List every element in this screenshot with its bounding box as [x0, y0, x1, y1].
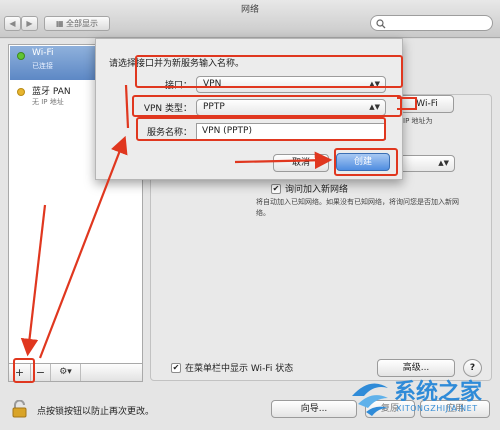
- forward-button[interactable]: ▶: [21, 16, 38, 31]
- ip-address-text: IP 地址为: [403, 117, 433, 125]
- show-wifi-status-label: 在菜单栏中显示 Wi-Fi 状态: [185, 364, 294, 374]
- assistant-button[interactable]: 向导...: [271, 400, 357, 418]
- ask-join-checkbox[interactable]: ✔: [271, 184, 281, 194]
- watermark-url: XITONGZHIJIA.NET: [396, 404, 478, 413]
- annotation-box-add: [13, 358, 35, 383]
- back-button[interactable]: ◀: [4, 16, 21, 31]
- bluetooth-status-dot: [17, 88, 25, 96]
- ask-join-label: 询问加入新网络: [285, 185, 349, 195]
- popup-arrows-icon: ▲▼: [438, 159, 449, 167]
- watermark-logo-icon: [352, 383, 388, 416]
- annotation-box-service-name: [136, 117, 386, 141]
- search-field[interactable]: [370, 15, 493, 31]
- show-all-button[interactable]: ▦ 全部显示: [44, 16, 110, 31]
- network-name-popup[interactable]: ▲▼: [396, 155, 455, 172]
- ask-join-description: 将自动加入已知网络。如果没有已知网络，将询问您是否加入新网络。: [256, 198, 459, 217]
- annotation-box-vpn-type: [132, 95, 402, 117]
- gear-menu-button[interactable]: ⚙▾: [51, 364, 81, 381]
- service-name: Wi-Fi: [32, 48, 54, 58]
- search-icon: [376, 19, 386, 29]
- show-wifi-status-checkbox[interactable]: ✔: [171, 363, 181, 373]
- annotation-box-create: [334, 148, 398, 176]
- service-name: 蓝牙 PAN: [32, 87, 71, 97]
- lock-icon[interactable]: [12, 400, 27, 418]
- lock-message: 点按锁按钮以防止再次更改。: [37, 407, 155, 417]
- annotation-box-interface: [135, 55, 403, 88]
- service-status: 无 IP 地址: [32, 98, 64, 106]
- title-bar: 网络 ◀ ▶ ▦ 全部显示: [0, 0, 500, 38]
- cancel-button[interactable]: 取消: [273, 154, 329, 172]
- wifi-status-dot: [17, 52, 25, 60]
- service-status: 已连接: [32, 62, 53, 70]
- watermark: 系统之家 XITONGZHIJIA.NET: [348, 372, 498, 424]
- watermark-text: 系统之家: [394, 380, 483, 405]
- grid-icon: ▦: [55, 19, 67, 28]
- annotation-box-wifi-edge: [397, 97, 417, 110]
- window-title: 网络: [240, 5, 259, 15]
